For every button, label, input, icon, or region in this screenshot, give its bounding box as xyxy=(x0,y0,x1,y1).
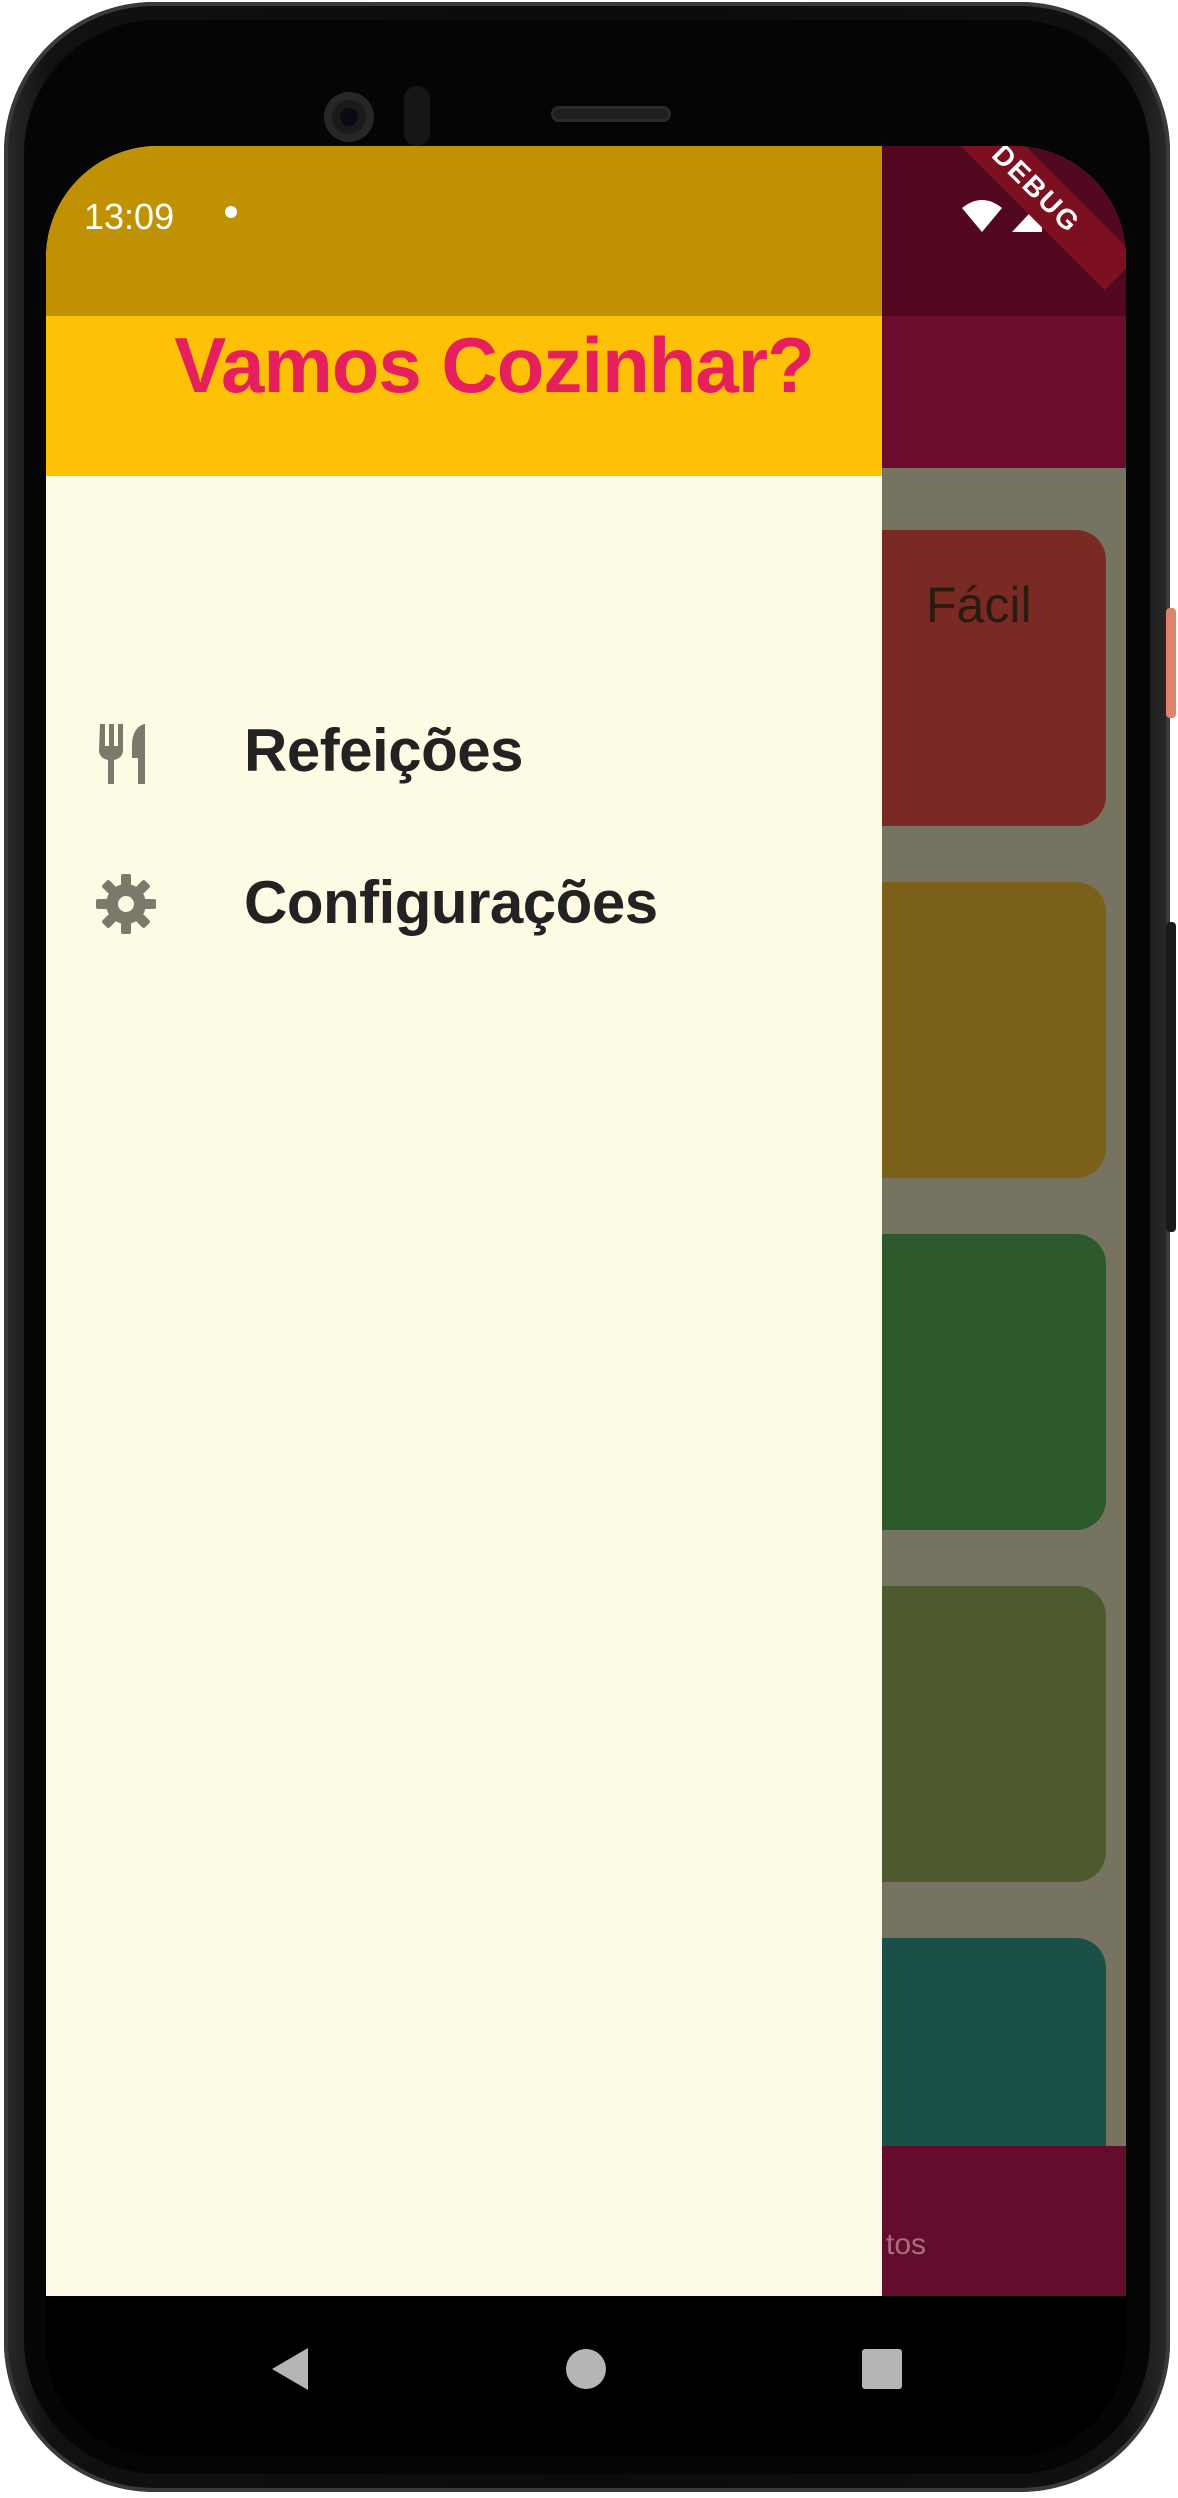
drawer-title: Vamos Cozinhar? xyxy=(174,321,814,409)
drawer-status-bar: 13:09 xyxy=(46,146,882,316)
home-icon[interactable] xyxy=(564,2344,608,2394)
status-time: 13:09 xyxy=(84,196,175,237)
drawer-item-label: Refeições xyxy=(244,717,523,784)
earpiece-speaker xyxy=(551,106,671,122)
category-card-label: Fácil xyxy=(926,577,1032,633)
settings-icon xyxy=(96,874,156,934)
drawer-item-configuracoes[interactable]: Configurações xyxy=(46,840,882,970)
volume-button[interactable] xyxy=(1166,922,1176,1232)
notification-dot-icon xyxy=(225,206,237,218)
bottom-nav-label[interactable]: tos xyxy=(886,2228,926,2262)
wifi-icon xyxy=(962,200,1002,232)
screen: DEBUG Fácil tos 13:09 Vamos Cozinhar? Re… xyxy=(46,146,1126,2296)
recents-icon[interactable] xyxy=(860,2344,904,2394)
back-icon[interactable] xyxy=(268,2344,312,2394)
drawer-item-refeicoes[interactable]: Refeições xyxy=(46,688,882,818)
front-camera xyxy=(324,92,374,142)
power-button[interactable] xyxy=(1166,608,1176,718)
restaurant-icon xyxy=(99,724,145,784)
drawer-item-label: Configurações xyxy=(244,869,658,936)
navigation-drawer: 13:09 Vamos Cozinhar? Refeições Configur… xyxy=(46,146,882,2296)
system-navigation-bar xyxy=(46,2296,1126,2456)
proximity-sensor xyxy=(404,86,430,146)
